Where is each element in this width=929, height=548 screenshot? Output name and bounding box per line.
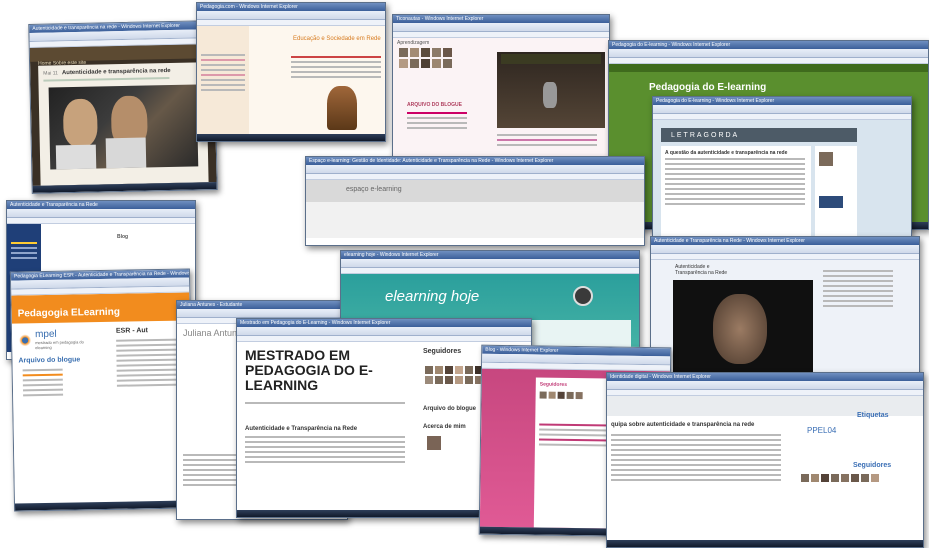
window-title: Pedagogia.com - Windows Internet Explore… bbox=[197, 3, 385, 11]
taskbar[interactable] bbox=[197, 134, 385, 141]
browser-window-letragorda: Pedagogia do E-learning - Windows Intern… bbox=[652, 96, 912, 246]
mpel-logo: mpel mestrado em pedagogia do elearning bbox=[17, 328, 85, 350]
blog-title[interactable]: Pedagogia ELearning bbox=[18, 307, 120, 320]
video-player[interactable] bbox=[48, 84, 199, 170]
side-title: Autenticidade e Transparência na Rede bbox=[675, 264, 728, 276]
page-content: Aprendizagem ARQUIVO DO BLOGUE bbox=[393, 38, 609, 156]
post-date: Mai 11 bbox=[43, 70, 58, 77]
window-title: Pedagogia do E-learning - Windows Intern… bbox=[653, 97, 911, 105]
tag-cloud-item[interactable]: PPEL04 bbox=[807, 426, 836, 435]
window-title: Mestrado em Pedagogia do E-Learning - Wi… bbox=[237, 319, 531, 327]
browser-window-video: Autenticidade e Transparência na Rede - … bbox=[650, 236, 920, 386]
browser-window-mpel: Pedagogia ELearning ESR - Autenticidade … bbox=[9, 268, 195, 512]
browser-window-pedagogia-com: Pedagogia.com - Windows Internet Explore… bbox=[196, 2, 386, 142]
author-photo bbox=[819, 152, 833, 166]
blog-title[interactable]: Pedagogia do E-learning bbox=[649, 82, 766, 93]
window-title: Autenticidade e Transparência na Rede - … bbox=[651, 237, 919, 245]
post-title[interactable]: Autenticidade e transparência na rede bbox=[62, 68, 171, 76]
page-content: Home Sobre este site Mai 11 Autenticidad… bbox=[29, 44, 217, 186]
browser-toolbar[interactable] bbox=[651, 245, 919, 254]
window-title: Autenticidade e Transparência na Rede bbox=[7, 201, 195, 209]
facebook-badge[interactable] bbox=[819, 196, 843, 208]
followers-heading: Seguidores bbox=[423, 348, 462, 355]
post-title[interactable]: A questão da autenticidade e transparênc… bbox=[665, 150, 807, 156]
browser-toolbar[interactable] bbox=[177, 309, 347, 318]
page-content: espaço e-learning bbox=[306, 180, 644, 238]
browser-toolbar[interactable] bbox=[393, 23, 609, 32]
browser-window-identidade-digital: Identidade digital - Windows Internet Ex… bbox=[606, 372, 924, 548]
browser-toolbar[interactable] bbox=[609, 49, 928, 58]
browser-toolbar[interactable] bbox=[607, 381, 923, 390]
rss-icon[interactable] bbox=[573, 286, 593, 306]
blog-nav[interactable]: Home Sobre este site bbox=[29, 44, 214, 67]
browser-toolbar[interactable] bbox=[197, 11, 385, 20]
followers-grid[interactable] bbox=[399, 48, 452, 68]
window-title: Pedagogia do E-learning - Windows Intern… bbox=[609, 41, 928, 49]
blog-header[interactable]: elearning hoje bbox=[385, 288, 479, 305]
browser-window-espaco-elearning: Espaço e-learning: Gestão de Identidade:… bbox=[305, 156, 645, 246]
blog-header: espaço e-learning bbox=[306, 180, 644, 202]
post-title[interactable]: quipa sobre autenticidade e transparênci… bbox=[611, 422, 754, 428]
browser-window-autenticidade: Autenticidade e transparência na rede - … bbox=[28, 20, 218, 194]
post-title[interactable]: Autenticidade e Transparência na Rede bbox=[245, 426, 357, 432]
archive-heading: ARQUIVO DO BLOGUE bbox=[407, 102, 463, 108]
window-title: elearning hoje - Windows Internet Explor… bbox=[341, 251, 639, 259]
browser-toolbar[interactable] bbox=[306, 165, 644, 174]
window-title: Identidade digital - Windows Internet Ex… bbox=[607, 373, 923, 381]
archive-heading: Arquivo do blogue bbox=[18, 356, 81, 365]
video-embed[interactable] bbox=[497, 52, 605, 128]
post-image bbox=[327, 86, 357, 130]
page-content: LETRAGORDA A questão da autenticidade e … bbox=[653, 120, 911, 238]
taskbar[interactable] bbox=[607, 540, 923, 547]
page-content: Autenticidade e Transparência na Rede bbox=[651, 260, 919, 378]
window-title: Ticonautas - Windows Internet Explorer bbox=[393, 15, 609, 23]
page-content: Pedagogia ELearning mpel mestrado em ped… bbox=[11, 292, 193, 504]
sidebar-label: Aprendizagem bbox=[397, 40, 430, 46]
page-content: quipa sobre autenticidade e transparênci… bbox=[607, 396, 923, 540]
browser-window-ticonautas: Ticonautas - Windows Internet Explorer A… bbox=[392, 14, 610, 164]
followers-grid[interactable] bbox=[425, 366, 483, 384]
blog-header: Educação e Sociedade em Rede bbox=[293, 36, 381, 42]
side-post-title[interactable]: ESR - Aut bbox=[116, 327, 148, 335]
page-content: Educação e Sociedade em Rede bbox=[197, 26, 385, 134]
collage-stage: Autenticidade e transparência na rede - … bbox=[0, 0, 929, 548]
blog-logo[interactable]: LETRAGORDA bbox=[671, 132, 739, 139]
blog-title[interactable]: MESTRADO EM PEDAGOGIA DO E-LEARNING bbox=[245, 348, 415, 393]
browser-toolbar[interactable] bbox=[653, 105, 911, 114]
author-photo bbox=[427, 436, 441, 450]
video-player[interactable] bbox=[673, 280, 813, 374]
archive-heading: Arquivo do blogue bbox=[423, 406, 476, 412]
about-heading: Acerca de mim bbox=[423, 424, 466, 430]
blog-label: Blog bbox=[117, 234, 129, 240]
window-title: Espaço e-learning: Gestão de Identidade:… bbox=[306, 157, 644, 165]
window-title: Juliana Antunes - Estudante bbox=[177, 301, 347, 309]
browser-toolbar[interactable] bbox=[237, 327, 531, 336]
tags-heading: Etiquetas bbox=[857, 412, 889, 419]
browser-toolbar[interactable] bbox=[341, 259, 639, 268]
followers-grid[interactable] bbox=[801, 474, 879, 482]
followers-heading: Seguidores bbox=[853, 462, 892, 469]
browser-toolbar[interactable] bbox=[7, 209, 195, 218]
